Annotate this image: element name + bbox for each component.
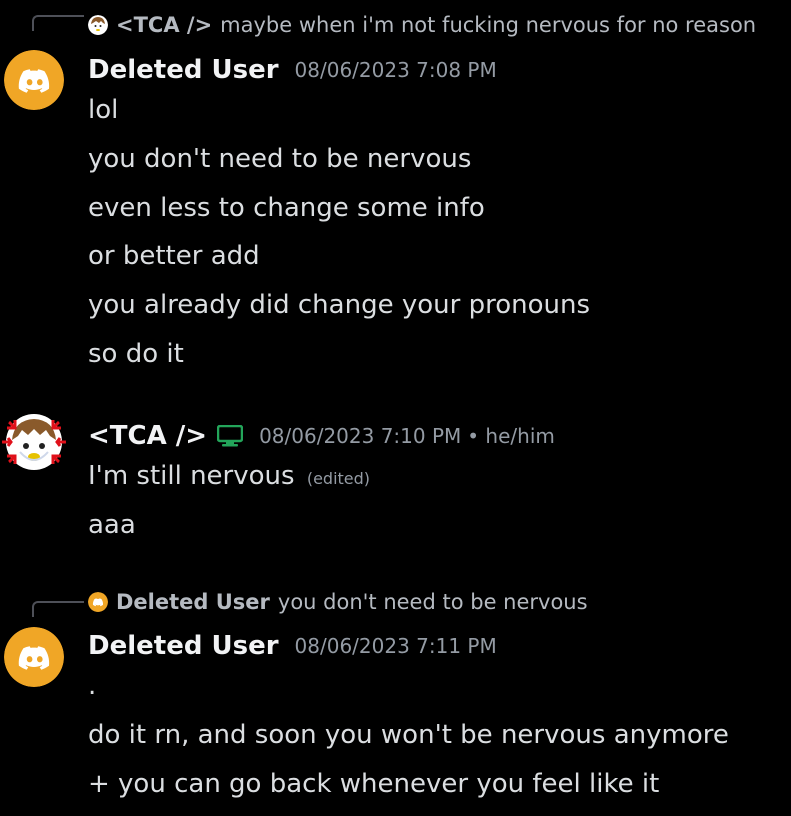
reply-avatar: [88, 15, 108, 35]
tca-avatar-icon: [2, 414, 66, 470]
reply-avatar: [88, 592, 108, 612]
message-header: Deleted User 08/06/2023 7:08 PM: [88, 53, 497, 87]
reply-preview[interactable]: <TCA /> maybe when i'm not fucking nervo…: [88, 13, 756, 37]
message-line: even less to change some info: [88, 193, 485, 223]
message-line: do it rn, and soon you won't be nervous …: [88, 720, 729, 750]
message-header: Deleted User 08/06/2023 7:11 PM: [88, 629, 497, 663]
reply-spine: [32, 601, 84, 617]
message-line: .: [88, 671, 97, 701]
author-name[interactable]: Deleted User: [88, 631, 279, 661]
reply-text[interactable]: maybe when i'm not fucking nervous for n…: [220, 13, 756, 37]
message-line: + you can go back whenever you feel like…: [88, 769, 660, 799]
reply-text[interactable]: you don't need to be nervous: [278, 590, 588, 614]
timestamp[interactable]: 08/06/2023 7:11 PM: [295, 634, 497, 658]
message-line: I'm still nervous (edited): [88, 458, 370, 494]
message-text: I'm still nervous: [88, 461, 295, 491]
message-line: aaa: [88, 510, 136, 540]
discord-logo-icon: [4, 50, 64, 110]
message-line: or better add: [88, 241, 260, 271]
author-name[interactable]: Deleted User: [88, 55, 279, 85]
reply-preview[interactable]: Deleted User you don't need to be nervou…: [88, 590, 588, 614]
author-name[interactable]: <TCA />: [88, 421, 207, 451]
message-header: <TCA /> 08/06/2023 7:10 PM • he/him: [88, 419, 555, 453]
reply-spine: [32, 15, 84, 31]
desktop-icon: [217, 425, 244, 447]
pronouns: • he/him: [467, 424, 555, 448]
avatar-tca[interactable]: [2, 410, 66, 474]
message-line: so do it: [88, 339, 184, 369]
timestamp[interactable]: 08/06/2023 7:10 PM: [259, 424, 461, 448]
avatar-deleted-user[interactable]: [4, 627, 64, 687]
message-line: you already did change your pronouns: [88, 290, 590, 320]
discord-logo-icon: [4, 627, 64, 687]
reply-author[interactable]: Deleted User: [116, 590, 270, 614]
message-line: lol: [88, 95, 119, 125]
reply-author[interactable]: <TCA />: [116, 13, 212, 37]
timestamp[interactable]: 08/06/2023 7:08 PM: [295, 58, 497, 82]
edited-label: (edited): [306, 469, 371, 488]
message-line: you don't need to be nervous: [88, 144, 472, 174]
chat-log: <TCA /> maybe when i'm not fucking nervo…: [0, 0, 791, 816]
avatar-deleted-user[interactable]: [4, 50, 64, 110]
